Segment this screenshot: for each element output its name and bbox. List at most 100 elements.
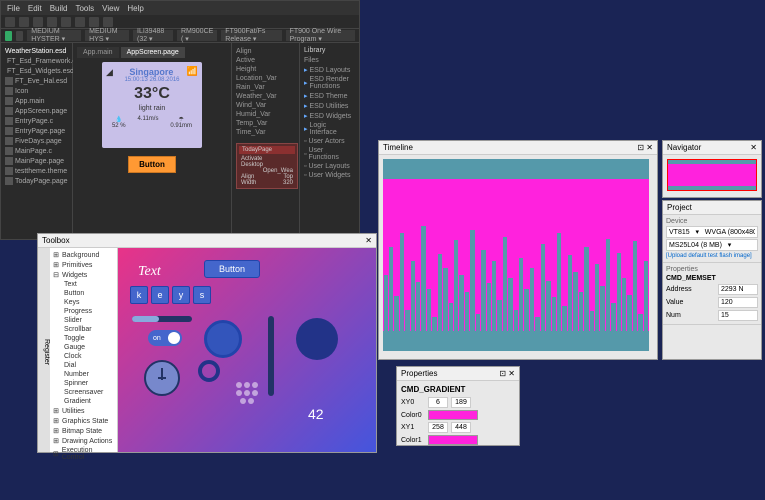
widget-preview-canvas[interactable]: Text Button k e y s on 42 [118, 248, 376, 452]
tb-save-icon[interactable] [33, 17, 43, 27]
file-item[interactable]: FT_Esd_Framework.esd [5, 56, 68, 66]
menu-build[interactable]: Build [50, 4, 68, 13]
close-icon[interactable]: ✕ [365, 236, 372, 245]
tree-item[interactable]: Number [52, 370, 115, 379]
file-item[interactable]: EntryPage.page [5, 126, 68, 136]
tree-item[interactable]: Dial [52, 361, 115, 370]
tree-item[interactable]: Toggle [52, 334, 115, 343]
dial-widget[interactable] [296, 318, 338, 360]
weather-widget-preview[interactable]: ◢ Singapore 📶 15:00:13 26.08.2016 33°C l… [102, 62, 202, 148]
button-widget[interactable]: Button [128, 156, 176, 173]
spinner-widget[interactable] [232, 378, 262, 408]
tree-item[interactable]: Spinner [52, 379, 115, 388]
file-item[interactable]: MainPage.page [5, 156, 68, 166]
timeline-canvas[interactable] [383, 159, 649, 351]
file-item[interactable]: AppScreen.page [5, 106, 68, 116]
lib-item[interactable]: ▸ESD Theme [304, 91, 355, 101]
key-k[interactable]: k [130, 286, 148, 304]
address-input[interactable] [718, 284, 758, 295]
tree-item[interactable]: ⊞Primitives [52, 260, 115, 270]
lib-item[interactable]: ▫User Layouts [304, 162, 355, 171]
tree-item[interactable]: Gauge [52, 343, 115, 352]
tab-app-main[interactable]: App.main [77, 47, 119, 58]
design-canvas[interactable]: App.main AppScreen.page ◢ Singapore 📶 15… [73, 43, 231, 239]
keys-widget[interactable]: k e y s [130, 286, 211, 304]
var-item[interactable]: Align [236, 47, 295, 56]
var-item[interactable]: Active [236, 56, 295, 65]
tb-copy-icon[interactable] [61, 17, 71, 27]
close-icon[interactable]: ⊡ ✕ [499, 369, 515, 378]
file-item[interactable]: FiveDays.page [5, 136, 68, 146]
key-y[interactable]: y [172, 286, 190, 304]
button-widget[interactable]: Button [204, 260, 260, 278]
lib-item[interactable]: ▫User Widgets [304, 171, 355, 180]
var-item[interactable]: Height [236, 65, 295, 74]
tree-item[interactable]: Button [52, 289, 115, 298]
tree-item[interactable]: ⊞Background [52, 250, 115, 260]
config-dropdown-1[interactable]: MEDIUM HYSTER ▾ [27, 30, 81, 41]
menu-view[interactable]: View [102, 4, 119, 13]
file-item[interactable]: testtheme.theme [5, 166, 68, 176]
config-dropdown-3[interactable]: ILI39488 (32 ▾ [133, 30, 173, 41]
number-widget[interactable]: 42 [308, 406, 324, 422]
timeline-titlebar[interactable]: Timeline ⊡ ✕ [379, 141, 657, 155]
var-item[interactable]: Location_Var [236, 74, 295, 83]
tb-new-icon[interactable] [5, 17, 15, 27]
node-todaypage[interactable]: TodayPage Activate Desktop Open_Wea Alig… [236, 143, 298, 189]
flash-link[interactable]: [Upload default test flash image] [666, 253, 758, 259]
tb-paste-icon[interactable] [75, 17, 85, 27]
var-item[interactable]: Temp_Var [236, 119, 295, 128]
tree-item[interactable]: ⊞Graphics State [52, 416, 115, 426]
device-select-2[interactable] [666, 239, 758, 251]
close-icon[interactable]: ⊡ ✕ [637, 143, 653, 152]
lib-item[interactable]: ▫User Actors [304, 137, 355, 146]
config-dropdown-6[interactable]: FT900 One Wire Program ▾ [286, 30, 355, 41]
y0-input[interactable] [451, 397, 471, 408]
tb-open-icon[interactable] [19, 17, 29, 27]
text-widget[interactable]: Text [138, 264, 161, 280]
tree-item[interactable]: Gradient [52, 397, 115, 406]
file-item[interactable]: FT_Esd_Widgets.esd [5, 66, 68, 76]
tree-item[interactable]: ⊞Drawing Actions [52, 436, 115, 446]
file-item[interactable]: Icon [5, 86, 68, 96]
slider-widget[interactable] [268, 316, 274, 396]
config-dropdown-2[interactable]: MEDIUM HYS ▾ [85, 30, 129, 41]
file-item[interactable]: App.main [5, 96, 68, 106]
x1-input[interactable] [428, 422, 448, 433]
lib-item[interactable]: Files [304, 56, 355, 65]
toolbox-titlebar[interactable]: Toolbox ✕ [38, 234, 376, 248]
tree-item[interactable]: Clock [52, 352, 115, 361]
tb-cut-icon[interactable] [47, 17, 57, 27]
var-item[interactable]: Weather_Var [236, 92, 295, 101]
tree-item[interactable]: Slider [52, 316, 115, 325]
num-input[interactable] [718, 310, 758, 321]
play-icon[interactable] [5, 31, 12, 41]
var-item[interactable]: Wind_Var [236, 101, 295, 110]
clock-widget[interactable] [144, 360, 180, 396]
tab-appscreen[interactable]: AppScreen.page [121, 47, 185, 58]
tree-item[interactable]: Progress [52, 307, 115, 316]
config-dropdown-4[interactable]: RM900CE ( ▾ [177, 30, 217, 41]
config-dropdown-5[interactable]: FT900Fat/Fs Release ▾ [221, 30, 281, 41]
y1-input[interactable] [451, 422, 471, 433]
tree-item[interactable]: ⊞Execution Control [52, 446, 115, 462]
tree-item[interactable]: ⊞Utilities [52, 406, 115, 416]
var-item[interactable]: Humid_Var [236, 110, 295, 119]
x0-input[interactable] [428, 397, 448, 408]
device-select-1[interactable] [666, 226, 758, 238]
value-input[interactable] [718, 297, 758, 308]
lib-item[interactable]: ▫User Functions [304, 146, 355, 162]
menu-help[interactable]: Help [127, 4, 143, 13]
file-item[interactable]: FT_Eve_Hal.esd [5, 76, 68, 86]
stop-icon[interactable] [16, 31, 23, 41]
tree-item[interactable]: Scrollbar [52, 325, 115, 334]
menu-file[interactable]: File [7, 4, 20, 13]
lib-item[interactable]: ▸ESD Utilities [304, 101, 355, 111]
lib-item[interactable]: ▸ESD Render Functions [304, 75, 355, 91]
tb-redo-icon[interactable] [103, 17, 113, 27]
tree-item[interactable]: Screensaver [52, 388, 115, 397]
project-root[interactable]: WeatherStation.esd [5, 47, 68, 56]
lib-item[interactable]: ▸ESD Layouts [304, 65, 355, 75]
tb-undo-icon[interactable] [89, 17, 99, 27]
lib-item[interactable]: ▸ESD Widgets [304, 111, 355, 121]
